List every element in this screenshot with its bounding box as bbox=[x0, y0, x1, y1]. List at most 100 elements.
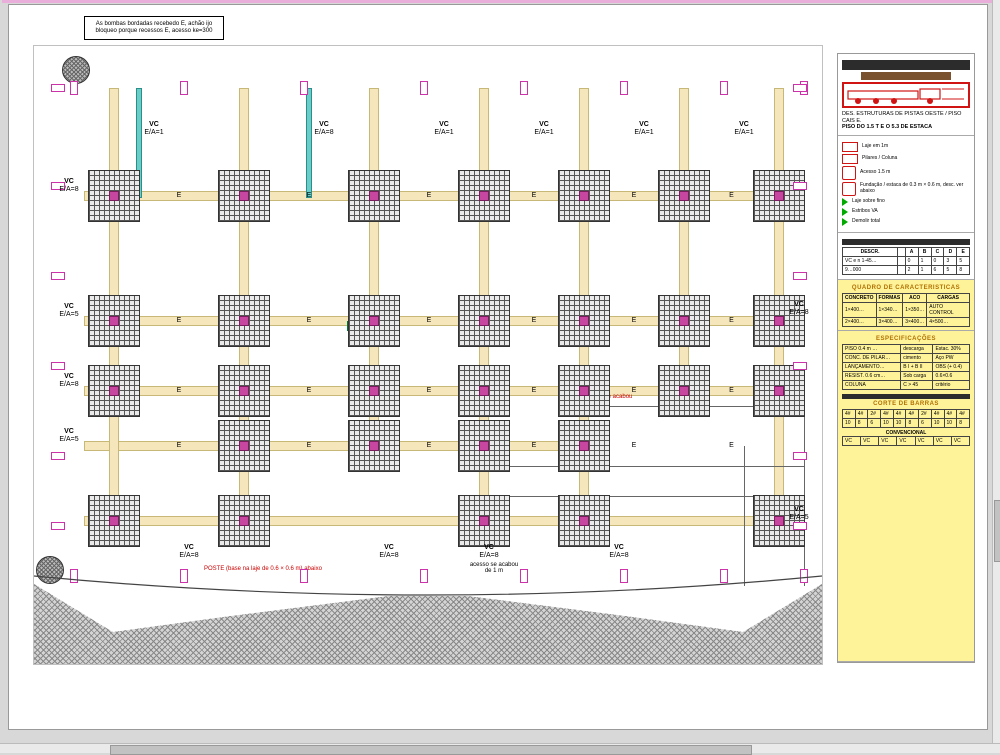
span-marker: E bbox=[528, 387, 540, 394]
vc-label: VCE/A=5 bbox=[784, 506, 814, 521]
span-marker: E bbox=[528, 317, 540, 324]
column-core bbox=[774, 386, 784, 396]
column-core bbox=[579, 316, 589, 326]
panel-table1: DESCR.ABCDE VC e n 1-45…01035 9…00021658 bbox=[838, 233, 974, 280]
span-marker: E bbox=[303, 317, 315, 324]
perimeter-column bbox=[300, 81, 308, 95]
column-core bbox=[774, 316, 784, 326]
perimeter-column bbox=[420, 569, 428, 583]
span-marker: E bbox=[173, 317, 185, 324]
beam bbox=[84, 516, 794, 526]
column-core bbox=[479, 191, 489, 201]
span-marker: E bbox=[726, 442, 738, 449]
span-marker: E bbox=[303, 442, 315, 449]
span-marker: E bbox=[173, 442, 185, 449]
perimeter-column bbox=[51, 84, 65, 92]
pipe bbox=[306, 88, 312, 198]
vc-label: VCE/A=1 bbox=[139, 121, 169, 136]
truck-logo-icon bbox=[842, 82, 970, 108]
column-core bbox=[479, 441, 489, 451]
column-core bbox=[579, 441, 589, 451]
scrollbar-vertical[interactable] bbox=[992, 0, 1000, 751]
beam bbox=[84, 441, 594, 451]
vc-label: VCE/A=1 bbox=[729, 121, 759, 136]
drawing-area[interactable]: As bombas bordadas recebedo E, achão ijo… bbox=[33, 45, 823, 665]
perimeter-column bbox=[620, 569, 628, 583]
vc-label: VCE/A=8 bbox=[309, 121, 339, 136]
vc-label: VCE/A=8 bbox=[174, 544, 204, 559]
column-core bbox=[774, 191, 784, 201]
column-core bbox=[679, 316, 689, 326]
column-core bbox=[239, 441, 249, 451]
vc-label: VCE/A=8 bbox=[54, 373, 84, 388]
vc-label: VCE/A=8 bbox=[784, 301, 814, 316]
panel-header: DES. ESTRUTURAS DE PISTAS OESTE / PISO C… bbox=[838, 54, 974, 136]
perimeter-column bbox=[180, 81, 188, 95]
vc-label: VCE/A=1 bbox=[529, 121, 559, 136]
vc-label: VCE/A=8 bbox=[604, 544, 634, 559]
span-marker: E bbox=[726, 317, 738, 324]
span-marker: E bbox=[528, 442, 540, 449]
perimeter-column bbox=[620, 81, 628, 95]
span-marker: E bbox=[423, 317, 435, 324]
column-core bbox=[109, 386, 119, 396]
perimeter-column bbox=[520, 569, 528, 583]
span-marker: E bbox=[423, 442, 435, 449]
vc-label: VCE/A=5 bbox=[54, 303, 84, 318]
info-panel: DES. ESTRUTURAS DE PISTAS OESTE / PISO C… bbox=[837, 53, 975, 663]
perimeter-column bbox=[420, 81, 428, 95]
column-core bbox=[679, 191, 689, 201]
column-core bbox=[774, 516, 784, 526]
column-core bbox=[109, 516, 119, 526]
perimeter-column bbox=[793, 84, 807, 92]
perimeter-column bbox=[520, 81, 528, 95]
column-core bbox=[239, 386, 249, 396]
perimeter-column bbox=[720, 81, 728, 95]
scrollbar-horizontal[interactable] bbox=[0, 743, 1000, 753]
column-core bbox=[109, 191, 119, 201]
vc-label: VCE/A=8 bbox=[374, 544, 404, 559]
column-core bbox=[369, 441, 379, 451]
perimeter-column bbox=[720, 569, 728, 583]
structural-grid: acesso se acabou POSTE (base na laje de … bbox=[44, 66, 814, 566]
span-marker: E bbox=[173, 387, 185, 394]
span-marker: E bbox=[628, 192, 640, 199]
panel-specs: ESPECIFICAÇÕES PISO 0.4 m …descargaEstac… bbox=[838, 331, 974, 662]
span-marker: E bbox=[726, 192, 738, 199]
vc-label: VCE/A=5 bbox=[54, 428, 84, 443]
span-marker: E bbox=[423, 192, 435, 199]
dimension-line bbox=[804, 396, 805, 586]
perimeter-column bbox=[793, 362, 807, 370]
perimeter-column bbox=[180, 569, 188, 583]
span-marker: E bbox=[303, 192, 315, 199]
vc-label: VCE/A=8 bbox=[474, 544, 504, 559]
perimeter-column bbox=[51, 272, 65, 280]
perimeter-column bbox=[793, 522, 807, 530]
span-marker: E bbox=[303, 387, 315, 394]
column-core bbox=[579, 516, 589, 526]
span-marker: E bbox=[628, 387, 640, 394]
dimension-line bbox=[744, 446, 745, 586]
vc-label: VCE/A=1 bbox=[629, 121, 659, 136]
perimeter-column bbox=[70, 81, 78, 95]
perimeter-column bbox=[800, 569, 808, 583]
span-marker: E bbox=[628, 317, 640, 324]
panel-characteristics: QUADRO DE CARACTERISTICAS CONCRETOFORMAS… bbox=[838, 280, 974, 331]
column-core bbox=[239, 516, 249, 526]
perimeter-column bbox=[793, 272, 807, 280]
span-marker: E bbox=[726, 387, 738, 394]
beam bbox=[679, 88, 689, 398]
annotation-note: As bombas bordadas recebedo E, achão ijo… bbox=[84, 16, 224, 40]
perimeter-column bbox=[300, 569, 308, 583]
column-core bbox=[109, 316, 119, 326]
pavement-hatch bbox=[34, 584, 822, 664]
span-marker: E bbox=[173, 192, 185, 199]
column-core bbox=[239, 191, 249, 201]
cad-page: As bombas bordadas recebedo E, achão ijo… bbox=[8, 4, 988, 730]
perimeter-column bbox=[793, 182, 807, 190]
perimeter-column bbox=[51, 522, 65, 530]
column-core bbox=[239, 316, 249, 326]
dimension-line bbox=[494, 466, 804, 467]
span-marker: E bbox=[628, 442, 640, 449]
perimeter-column bbox=[793, 452, 807, 460]
